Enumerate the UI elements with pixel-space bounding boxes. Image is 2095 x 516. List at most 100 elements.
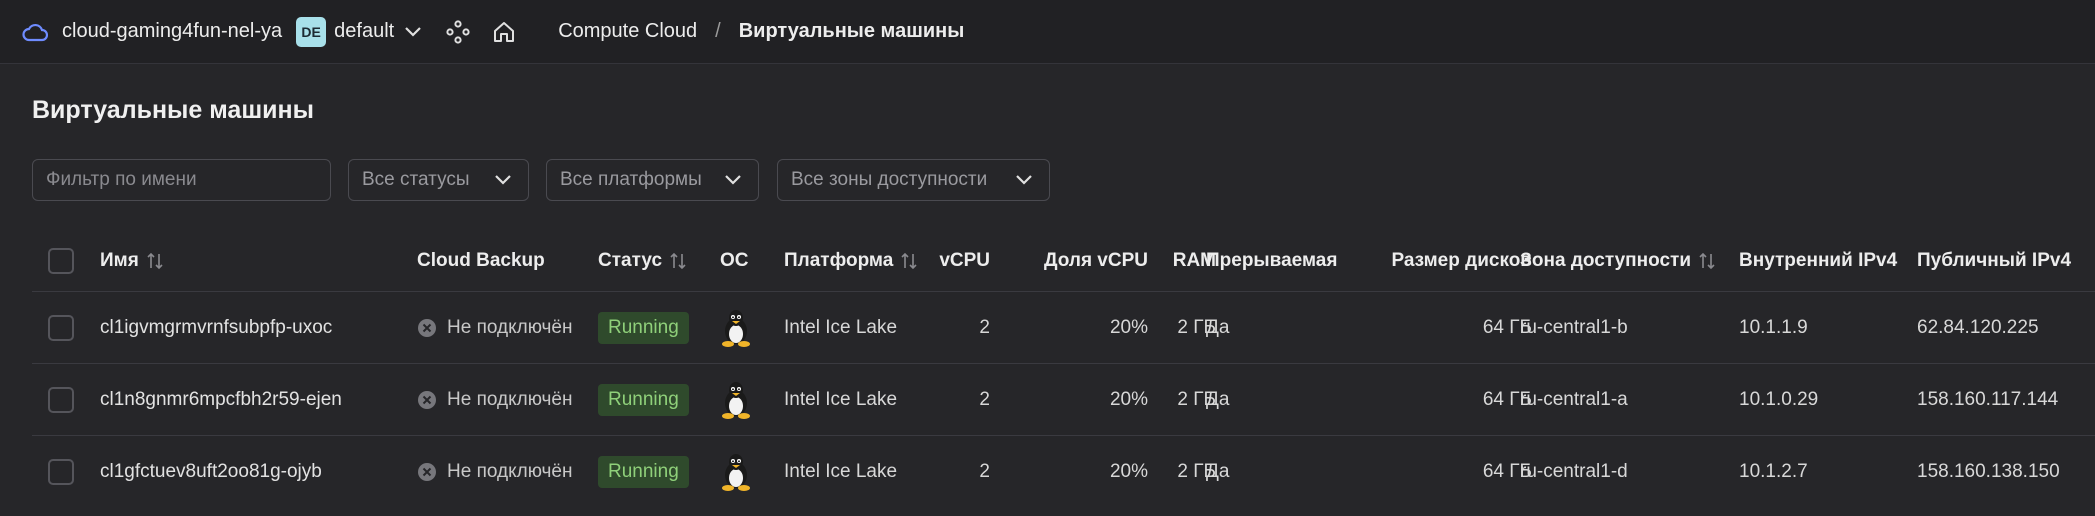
chevron-down-icon (494, 170, 514, 190)
folder-name[interactable]: default (334, 20, 394, 43)
platform-cell: Intel Ice Lake (784, 436, 897, 508)
os-cell (720, 436, 752, 508)
disk-size-cell: 64 ГБ (1352, 292, 1532, 363)
zone-value: ru-central1-b (1520, 316, 1628, 338)
vcpu-share-value: 20% (1109, 388, 1148, 410)
platform-value: Intel Ice Lake (784, 461, 898, 482)
status-badge: Running (598, 311, 689, 344)
vm-name-link[interactable]: cl1gfctuev8uft2oo81g-ojyb (100, 461, 322, 483)
status-cell: Running (598, 436, 689, 508)
column-status[interactable]: Статус (598, 230, 690, 291)
vcpu-share-value: 20% (1109, 316, 1148, 338)
column-public-ip-label: Публичный IPv4 (1917, 249, 2072, 271)
status-cell: Running (598, 292, 689, 363)
vm-name-cell: cl1n8gnmr6mpcfbh2r59-ejen (100, 364, 342, 435)
sort-icon[interactable] (668, 250, 690, 272)
column-disk-size-label: Размер дисков (1391, 249, 1532, 271)
internal-ip-value: 10.1.0.29 (1739, 388, 1819, 410)
backup-disabled-icon (417, 390, 437, 410)
public-ip-value: 158.160.117.144 (1917, 388, 2059, 410)
column-name[interactable]: Имя (100, 230, 167, 291)
preemptible-cell: Да (1206, 292, 1229, 363)
page-title: Виртуальные машины (32, 96, 314, 124)
cloud-icon (22, 17, 52, 47)
column-internal-ip: Внутренний IPv4 (1739, 230, 1897, 291)
platform-select[interactable]: Все платформы (546, 159, 759, 201)
preemptible-value: Да (1206, 316, 1230, 338)
zone-select[interactable]: Все зоны доступности (777, 159, 1050, 201)
sort-icon[interactable] (145, 250, 167, 272)
vcpu-cell: 2 (932, 436, 990, 508)
name-filter-input[interactable] (32, 159, 331, 201)
column-backup-label: Cloud Backup (417, 249, 545, 271)
row-select-cell (48, 364, 74, 435)
row-checkbox[interactable] (48, 386, 74, 413)
internal-ip-cell: 10.1.0.29 (1739, 364, 1818, 435)
public-ip-value: 158.160.138.150 (1917, 461, 2060, 482)
platform-cell: Intel Ice Lake (784, 292, 897, 363)
internal-ip-value: 10.1.1.9 (1739, 316, 1808, 338)
select-all-checkbox[interactable] (48, 247, 74, 274)
column-preemptible: Прерываемая (1206, 230, 1337, 291)
breadcrumb-compute-cloud[interactable]: Compute Cloud (558, 20, 697, 43)
column-disk-size: Размер дисков (1352, 230, 1532, 291)
column-platform-label: Платформа (784, 249, 894, 271)
vm-name-cell: cl1gfctuev8uft2oo81g-ojyb (100, 436, 322, 508)
vcpu-cell: 2 (932, 292, 990, 363)
status-select[interactable]: Все статусы (348, 159, 529, 201)
vcpu-share-cell: 20% (1012, 364, 1148, 435)
column-zone[interactable]: Зона доступности (1520, 230, 1719, 291)
backup-status: Не подключён (447, 316, 573, 338)
top-bar: cloud-gaming4fun-nel-ya DE default Compu… (0, 0, 2095, 64)
zone-value: ru-central1-d (1520, 461, 1628, 482)
column-preemptible-label: Прерываемая (1206, 249, 1338, 271)
zone-select-value: Все зоны доступности (791, 169, 988, 190)
backup-cell: Не подключён (417, 364, 573, 435)
column-name-label: Имя (100, 249, 139, 271)
row-checkbox[interactable] (48, 459, 74, 485)
backup-status: Не подключён (447, 388, 573, 410)
vm-name-link[interactable]: cl1n8gnmr6mpcfbh2r59-ejen (100, 389, 342, 411)
internal-ip-cell: 10.1.2.7 (1739, 436, 1808, 508)
column-zone-label: Зона доступности (1520, 249, 1692, 271)
preemptible-value: Да (1206, 388, 1230, 410)
services-icon[interactable] (446, 19, 472, 45)
home-icon[interactable] (492, 19, 518, 45)
vcpu-share-cell: 20% (1012, 292, 1148, 363)
os-cell (720, 292, 752, 363)
table-row[interactable]: cl1igvmgrmvrnfsubpfp-uxoc Не подключён R… (32, 292, 2095, 364)
preemptible-cell: Да (1206, 436, 1229, 508)
breadcrumb-separator: / (715, 20, 721, 42)
status-cell: Running (598, 364, 689, 435)
preemptible-value: Да (1206, 461, 1230, 482)
public-ip-cell: 158.160.117.144 (1917, 364, 2058, 435)
column-platform[interactable]: Платформа (784, 230, 921, 291)
chevron-down-icon (724, 170, 744, 190)
sort-icon[interactable] (899, 250, 921, 272)
row-select-cell (48, 436, 74, 508)
public-ip-cell: 62.84.120.225 (1917, 292, 2039, 363)
column-os: ОС (720, 230, 749, 291)
column-os-label: ОС (720, 249, 749, 271)
row-checkbox[interactable] (48, 314, 74, 341)
sort-icon[interactable] (1697, 250, 1719, 272)
table-row[interactable]: cl1n8gnmr6mpcfbh2r59-ejen Не подключён R… (32, 364, 2095, 436)
folder-badge: DE (296, 16, 327, 47)
zone-value: ru-central1-a (1520, 388, 1628, 410)
vcpu-share-value: 20% (1109, 461, 1148, 482)
os-cell (720, 364, 752, 435)
column-vcpu-share-label: Доля vCPU (1043, 249, 1148, 271)
status-badge: Running (598, 456, 689, 488)
cloud-name[interactable]: cloud-gaming4fun-nel-ya (62, 20, 282, 43)
table-header: Имя Cloud Backup Статус ОС Платформа vCP… (32, 230, 2095, 292)
breadcrumb-current: Виртуальные машины (738, 20, 965, 42)
status-select-value: Все статусы (362, 169, 470, 190)
vm-name-link[interactable]: cl1igvmgrmvrnfsubpfp-uxoc (100, 317, 332, 339)
status-badge: Running (598, 383, 689, 416)
select-all-cell (48, 230, 74, 291)
linux-tux-icon (720, 381, 752, 419)
backup-status: Не подключён (447, 461, 573, 482)
table-row[interactable]: cl1gfctuev8uft2oo81g-ojyb Не подключён R… (32, 436, 2095, 508)
chevron-down-icon[interactable] (404, 22, 424, 42)
platform-cell: Intel Ice Lake (784, 364, 897, 435)
